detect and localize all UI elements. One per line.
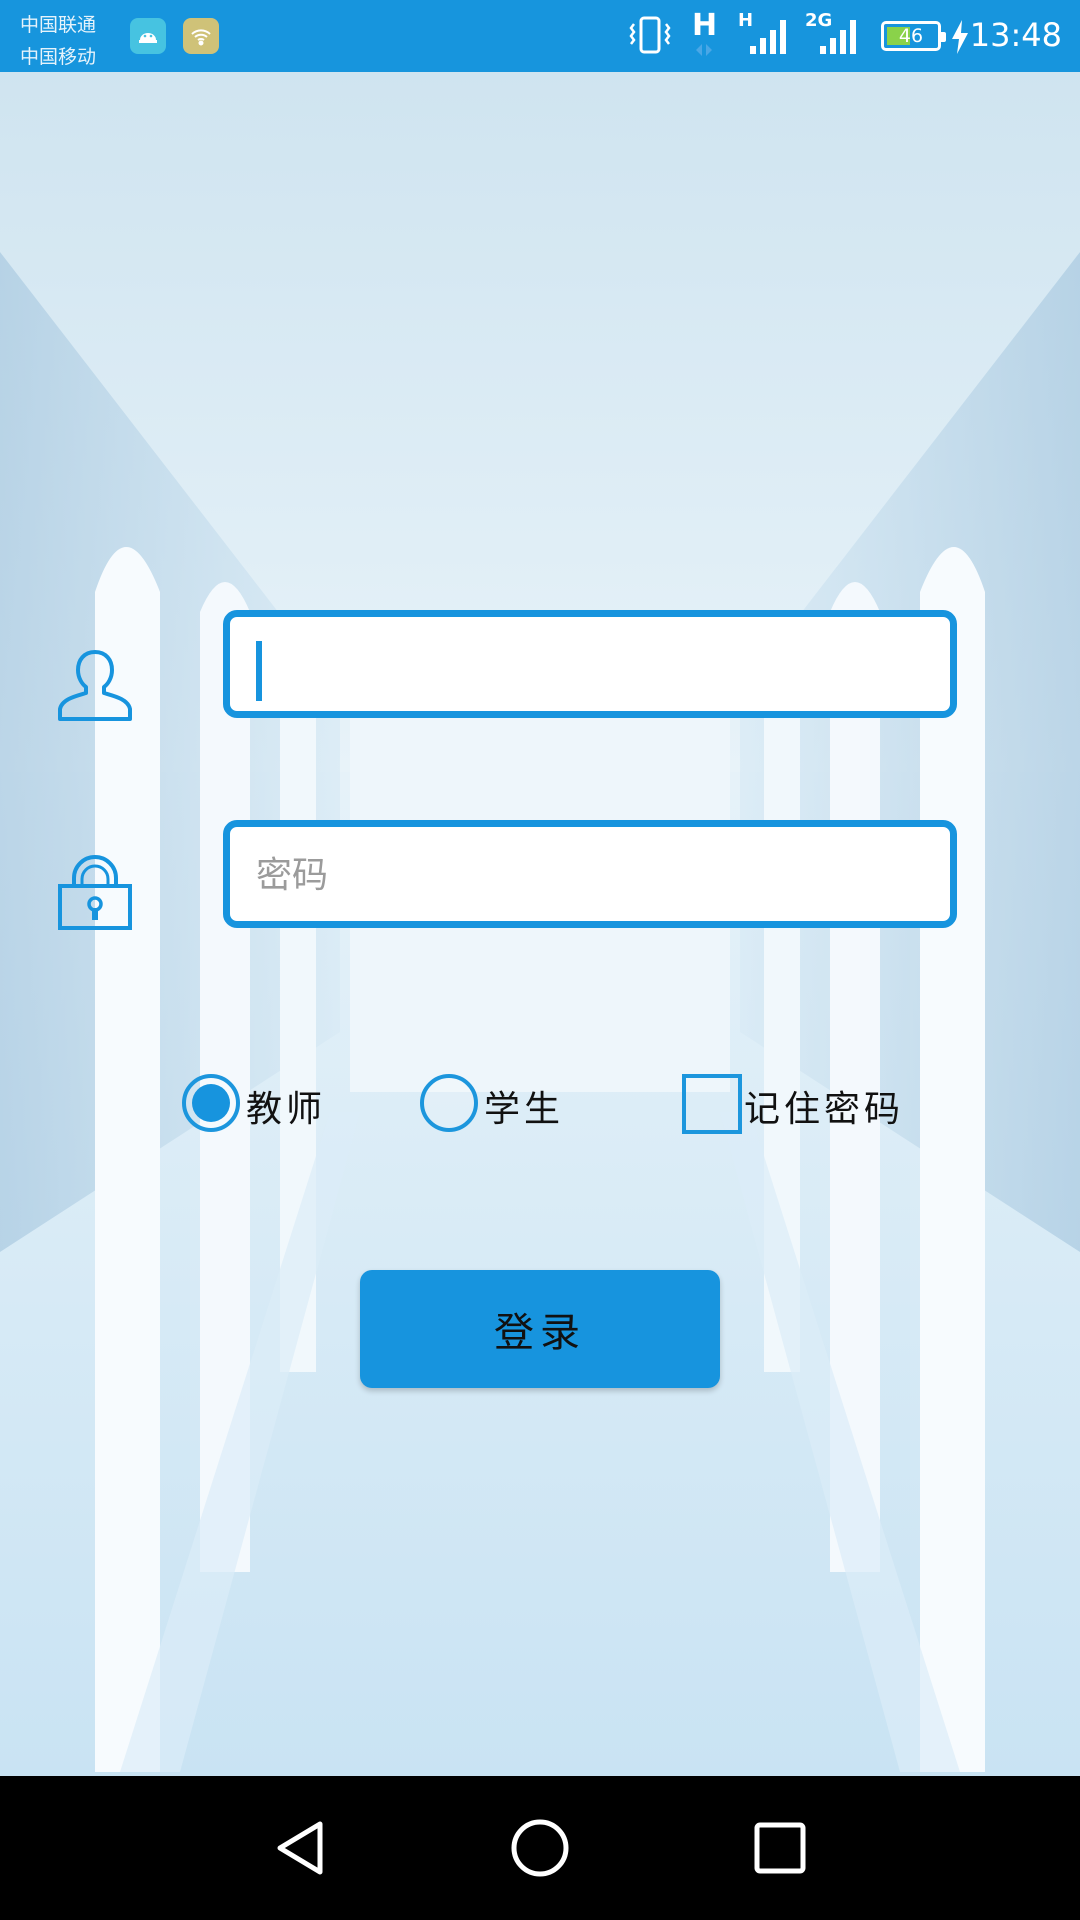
network-type-1: H [692,8,718,43]
status-bar: 中国联通 中国移动 H H 2G 46 13:48 [0,0,1080,72]
battery-icon: 46 [881,21,946,51]
username-field[interactable] [223,610,957,718]
student-radio[interactable] [420,1074,478,1132]
wifi-notification-icon [183,18,219,54]
vibrate-icon [629,16,671,54]
charging-icon [952,20,968,54]
battery-level: 46 [898,25,924,47]
text-cursor [256,641,262,701]
user-icon [58,650,132,721]
remember-password-label[interactable]: 记住密码 [744,1080,904,1132]
clock: 13:48 [969,16,1062,54]
password-input[interactable] [254,827,938,923]
radio-selected-dot [192,1084,230,1122]
login-button[interactable]: 登录 [360,1270,720,1388]
remember-password-checkbox[interactable] [682,1074,742,1134]
navigation-bar [0,1776,1080,1920]
student-label[interactable]: 学生 [484,1080,564,1132]
android-notification-icon [130,18,166,54]
teacher-radio[interactable] [182,1074,240,1132]
recent-apps-icon[interactable] [748,1816,812,1880]
back-icon[interactable] [270,1816,334,1880]
password-field[interactable] [223,820,957,928]
username-input[interactable] [254,617,938,713]
carrier-2: 中国移动 [20,46,97,68]
carrier-1: 中国联通 [20,14,97,36]
signal-2-icon [820,20,856,54]
lock-icon [58,855,132,930]
teacher-label[interactable]: 教师 [246,1080,326,1132]
home-icon[interactable] [508,1816,572,1880]
signal-1-icon [750,20,786,54]
data-activity-icon [696,44,712,56]
